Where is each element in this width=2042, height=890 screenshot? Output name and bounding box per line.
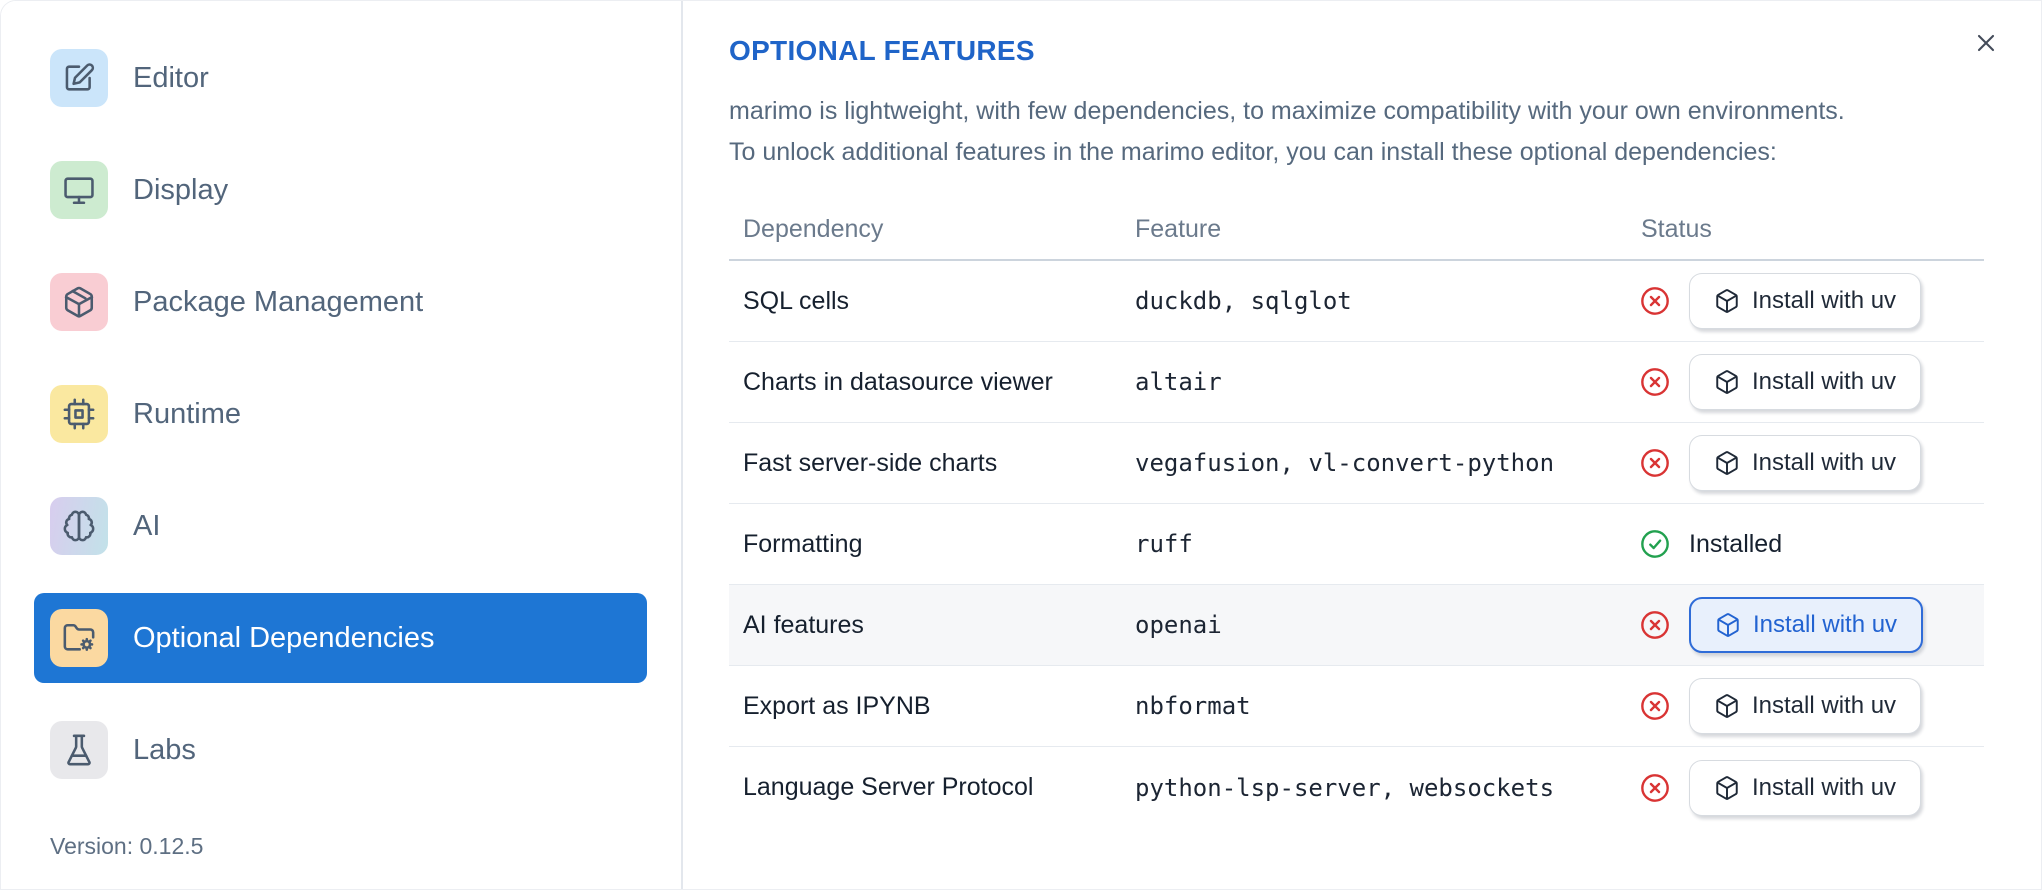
- status-cell: Install with uv: [1627, 354, 1984, 410]
- box-icon: [1714, 775, 1740, 801]
- brain-icon: [50, 497, 108, 555]
- dependency-cell: Fast server-side charts: [743, 448, 998, 477]
- install-with-uv-button[interactable]: Install with uv: [1689, 597, 1924, 653]
- install-button-label: Install with uv: [1752, 449, 1897, 476]
- sidebar-item-display[interactable]: Display: [34, 145, 647, 235]
- dependency-cell: Export as IPYNB: [743, 691, 931, 720]
- dependency-cell: Language Server Protocol: [743, 773, 1034, 801]
- status-cell: Install with uv: [1627, 273, 1984, 329]
- table-header-row: Dependency Feature Status: [729, 199, 1984, 261]
- settings-sidebar: Editor Display Package Management Runtim…: [1, 1, 683, 889]
- sidebar-item-runtime[interactable]: Runtime: [34, 369, 647, 459]
- page-title: OPTIONAL FEATURES: [729, 35, 1035, 66]
- install-with-uv-button[interactable]: Install with uv: [1689, 759, 1922, 816]
- dependency-cell: AI features: [743, 610, 864, 639]
- install-with-uv-button[interactable]: Install with uv: [1689, 354, 1922, 410]
- install-button-label: Install with uv: [1752, 773, 1897, 801]
- table-row: Language Server Protocol python-lsp-serv…: [729, 747, 1984, 828]
- table-row: Charts in datasource viewer altair Insta…: [729, 342, 1984, 423]
- description-line-1: marimo is lightweight, with few dependen…: [729, 97, 1845, 125]
- package-icon: [50, 273, 108, 331]
- status-cell: Install with uv: [1627, 678, 1984, 734]
- circle-x-icon: [1639, 366, 1671, 398]
- sidebar-nav: Editor Display Package Management Runtim…: [1, 1, 681, 795]
- table-body: SQL cells duckdb, sqlglot Install with u…: [729, 261, 1984, 828]
- table-row: AI features openai Install with uv: [729, 585, 1984, 666]
- dependency-cell: Charts in datasource viewer: [743, 367, 1053, 396]
- feature-cell: duckdb, sqlglot: [1135, 287, 1352, 315]
- feature-cell: altair: [1135, 368, 1222, 396]
- feature-cell: openai: [1135, 611, 1222, 639]
- flask-icon: [50, 721, 108, 779]
- sidebar-item-package-management[interactable]: Package Management: [34, 257, 647, 347]
- box-icon: [1715, 612, 1741, 638]
- box-icon: [1714, 369, 1740, 395]
- circle-x-icon: [1639, 447, 1671, 479]
- version-label: Version: 0.12.5: [50, 833, 204, 859]
- feature-cell: nbformat: [1135, 692, 1251, 720]
- column-header-feature: Feature: [1135, 214, 1222, 243]
- install-with-uv-button[interactable]: Install with uv: [1689, 678, 1922, 734]
- cpu-icon: [50, 385, 108, 443]
- table-row: SQL cells duckdb, sqlglot Install with u…: [729, 261, 1984, 342]
- dependencies-table: Dependency Feature Status SQL cells duck…: [729, 199, 1984, 828]
- install-button-label: Install with uv: [1753, 611, 1898, 638]
- circle-check-icon: [1639, 528, 1671, 560]
- install-button-label: Install with uv: [1752, 692, 1897, 719]
- column-header-dependency: Dependency: [743, 214, 884, 243]
- install-with-uv-button[interactable]: Install with uv: [1689, 435, 1922, 491]
- install-button-label: Install with uv: [1752, 287, 1897, 314]
- edit-icon: [50, 49, 108, 107]
- circle-x-icon: [1639, 609, 1671, 641]
- status-cell: Installed: [1627, 528, 1984, 560]
- sidebar-item-labs[interactable]: Labs: [34, 705, 647, 795]
- close-icon: [1972, 34, 2000, 60]
- sidebar-item-ai[interactable]: AI: [34, 481, 647, 571]
- folder-gear-icon: [50, 609, 108, 667]
- circle-x-icon: [1639, 690, 1671, 722]
- circle-x-icon: [1639, 285, 1671, 317]
- status-cell: Install with uv: [1627, 759, 1984, 816]
- box-icon: [1714, 693, 1740, 719]
- install-button-label: Install with uv: [1752, 368, 1897, 395]
- box-icon: [1714, 288, 1740, 314]
- feature-cell: ruff: [1135, 530, 1193, 558]
- sidebar-item-editor[interactable]: Editor: [34, 33, 647, 123]
- table-row: Fast server-side charts vegafusion, vl-c…: [729, 423, 1984, 504]
- install-with-uv-button[interactable]: Install with uv: [1689, 273, 1922, 329]
- panel-description: marimo is lightweight, with few dependen…: [729, 91, 2041, 173]
- monitor-icon: [50, 161, 108, 219]
- settings-dialog: Editor Display Package Management Runtim…: [0, 0, 2042, 890]
- installed-label: Installed: [1689, 529, 1783, 558]
- circle-x-icon: [1639, 772, 1671, 804]
- sidebar-item-optional-dependencies[interactable]: Optional Dependencies: [34, 593, 647, 683]
- dependency-cell: SQL cells: [743, 286, 850, 315]
- feature-cell: python-lsp-server, websockets: [1135, 773, 1555, 802]
- optional-features-panel: OPTIONAL FEATURES marimo is lightweight,…: [683, 1, 2041, 889]
- column-header-status: Status: [1641, 214, 1712, 243]
- status-cell: Install with uv: [1627, 435, 1984, 491]
- dependency-cell: Formatting: [743, 529, 863, 558]
- feature-cell: vegafusion, vl-convert-python: [1135, 449, 1555, 477]
- box-icon: [1714, 450, 1740, 476]
- close-button[interactable]: [1969, 27, 2003, 61]
- description-line-2: To unlock additional features in the mar…: [729, 138, 1777, 166]
- status-cell: Install with uv: [1627, 597, 1984, 653]
- table-row: Formatting ruff Installed: [729, 504, 1984, 585]
- table-row: Export as IPYNB nbformat Install with uv: [729, 666, 1984, 747]
